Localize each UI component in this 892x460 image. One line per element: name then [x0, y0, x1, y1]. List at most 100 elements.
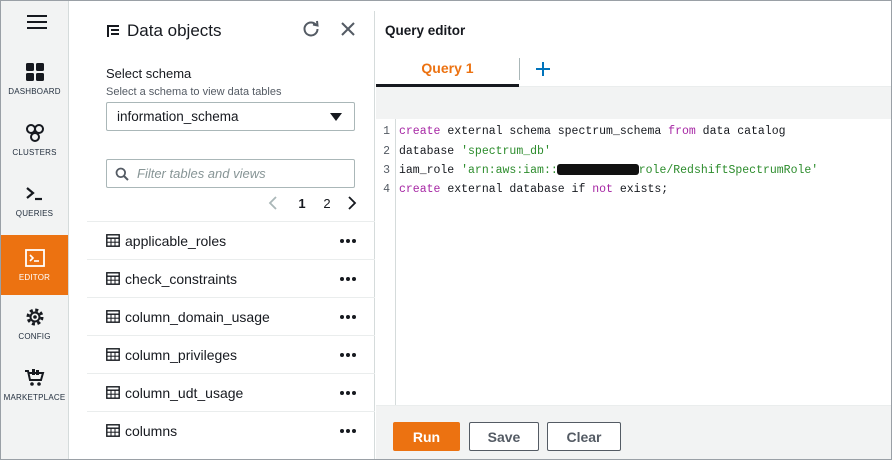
table-row[interactable]: column_udt_usage [87, 373, 375, 411]
page-1-button[interactable]: 1 [297, 196, 307, 211]
run-button[interactable]: Run [393, 422, 460, 451]
left-nav: DASHBOARD CLUSTERS QUERIES EDITOR CONFIG [1, 1, 69, 459]
table-row[interactable]: column_privileges [87, 335, 375, 373]
page-2-button[interactable]: 2 [322, 196, 332, 211]
more-actions-icon[interactable] [339, 272, 357, 284]
nav-item-config[interactable]: CONFIG [1, 294, 68, 354]
more-actions-icon[interactable] [339, 234, 357, 246]
clusters-icon [24, 123, 46, 143]
table-row[interactable]: applicable_roles [87, 221, 375, 259]
editor-toolbar [376, 87, 891, 119]
pagination: 1 2 [266, 193, 359, 213]
nav-label-editor: EDITOR [18, 273, 51, 282]
table-icon [106, 348, 120, 361]
code-line: database 'spectrum_db' [399, 145, 551, 158]
nav-label-queries: QUERIES [15, 209, 54, 218]
filter-tables-input[interactable] [137, 166, 337, 181]
line-number: 3 [383, 164, 390, 177]
panel-header: Data objects [87, 11, 374, 51]
table-list: applicable_roles check_constraints colum… [87, 221, 375, 449]
line-number: 1 [383, 125, 390, 138]
sql-string: 'arn:aws:iam:: [461, 164, 558, 177]
sql-editor[interactable]: 1 2 3 4 create external schema spectrum_… [376, 119, 891, 405]
close-icon[interactable] [338, 19, 358, 39]
table-row[interactable]: check_constraints [87, 259, 375, 297]
table-icon [106, 424, 120, 437]
tab-query-1[interactable]: Query 1 [376, 51, 519, 87]
refresh-icon[interactable] [301, 19, 321, 39]
panel-title: Data objects [127, 21, 222, 40]
code-line: create external database if not exists; [399, 183, 668, 196]
table-icon [106, 234, 120, 247]
schema-label: Select schema [106, 66, 192, 81]
code-line: iam_role 'arn:aws:iam:: role/RedshiftSpec… [399, 164, 818, 177]
nav-item-dashboard[interactable]: DASHBOARD [1, 49, 68, 109]
line-number-gutter: 1 2 3 4 [376, 119, 396, 405]
table-name: column_udt_usage [125, 384, 244, 401]
schema-select[interactable]: information_schema [106, 102, 355, 131]
table-name: columns [125, 422, 178, 439]
code-line: create external schema spectrum_schema f… [399, 125, 786, 138]
more-actions-icon[interactable] [339, 424, 357, 436]
nav-item-queries[interactable]: QUERIES [1, 171, 68, 231]
sql-keyword: from [668, 125, 696, 138]
nav-item-marketplace[interactable]: MARKETPLACE [1, 355, 68, 415]
table-icon [106, 386, 120, 399]
sql-string: role/RedshiftSpectrumRole' [638, 164, 819, 177]
editor-footer: Run Save Clear [376, 405, 891, 459]
table-row[interactable]: column_domain_usage [87, 297, 375, 335]
sql-text: external database if [440, 183, 593, 196]
editor-icon [24, 248, 46, 268]
query-editor-title: Query editor [385, 23, 466, 38]
table-icon [106, 310, 120, 323]
search-icon [115, 167, 129, 181]
nav-label-clusters: CLUSTERS [12, 148, 57, 157]
line-number: 4 [383, 183, 390, 196]
schema-description: Select a schema to view data tables [106, 86, 282, 98]
table-name: column_privileges [125, 346, 238, 363]
table-name: check_constraints [125, 270, 238, 287]
save-button[interactable]: Save [469, 422, 539, 451]
data-objects-icon [107, 24, 121, 38]
nav-item-clusters[interactable]: CLUSTERS [1, 110, 68, 170]
nav-label-dashboard: DASHBOARD [8, 87, 61, 96]
tab-separator [519, 58, 520, 80]
data-objects-panel: Data objects Select schema Select a sche… [87, 11, 375, 459]
line-number: 2 [383, 145, 390, 158]
clear-button[interactable]: Clear [547, 422, 621, 451]
table-name: column_domain_usage [125, 308, 270, 325]
nav-label-config: CONFIG [18, 332, 51, 341]
table-icon [106, 272, 120, 285]
marketplace-icon [24, 368, 46, 388]
sql-string: 'spectrum_db' [461, 145, 551, 158]
sql-text: data catalog [695, 125, 786, 138]
add-tab-icon[interactable] [532, 58, 554, 80]
dashboard-icon [24, 62, 46, 82]
more-actions-icon[interactable] [339, 310, 357, 322]
config-icon [24, 307, 46, 327]
nav-item-editor[interactable]: EDITOR [1, 235, 68, 295]
more-actions-icon[interactable] [339, 386, 357, 398]
more-actions-icon[interactable] [339, 348, 357, 360]
query-editor: Query editor Query 1 1 2 3 4 create exte… [376, 1, 891, 459]
redaction-mark [556, 164, 639, 175]
sql-keyword: create [399, 183, 441, 196]
schema-select-value: information_schema [117, 109, 239, 124]
sql-text: exists; [612, 183, 669, 196]
nav-label-marketplace: MARKETPLACE [3, 393, 66, 402]
sql-text: iam_role [399, 164, 462, 177]
chevron-right-icon[interactable] [345, 195, 359, 211]
filter-tables-field[interactable] [106, 159, 355, 188]
sql-text: database [399, 145, 462, 158]
sql-keyword: not [592, 183, 613, 196]
sql-text: external schema spectrum_schema [440, 125, 669, 138]
chevron-left-icon[interactable] [266, 195, 280, 211]
menu-icon[interactable] [27, 15, 47, 29]
app-frame: DASHBOARD CLUSTERS QUERIES EDITOR CONFIG [0, 0, 892, 460]
caret-down-icon [330, 113, 342, 121]
table-name: applicable_roles [125, 232, 227, 249]
table-row[interactable]: columns [87, 411, 375, 449]
queries-icon [24, 184, 46, 204]
query-tabs: Query 1 [376, 51, 891, 87]
sql-keyword: create [399, 125, 441, 138]
